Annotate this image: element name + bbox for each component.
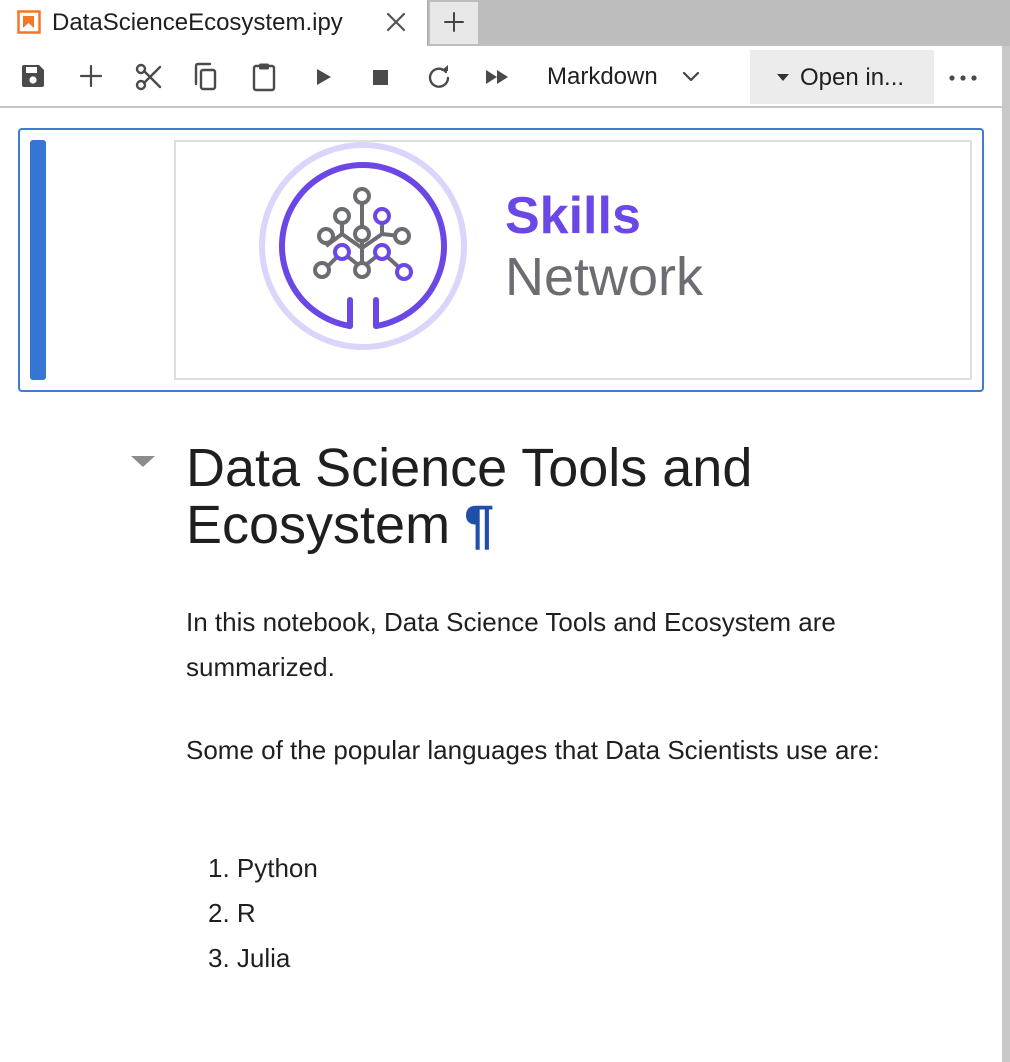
stop-icon [373, 70, 388, 85]
notebook-tab[interactable]: DataScienceEcosystem.ipy [0, 0, 428, 46]
close-icon[interactable] [384, 10, 408, 34]
list-item: 3. Julia [208, 943, 291, 973]
restart-kernel-button[interactable] [424, 62, 454, 92]
paste-icon [252, 63, 276, 92]
intro-paragraph: In this notebook, Data Science Tools and… [186, 607, 836, 682]
cell-type-select[interactable]: Markdown [547, 60, 700, 94]
open-in-label: Open in... [800, 64, 905, 91]
save-icon [22, 65, 44, 87]
new-tab-button[interactable] [430, 2, 478, 44]
logo-text-network: Network [505, 247, 704, 307]
tab-bar: DataScienceEcosystem.ipy [0, 0, 1010, 46]
tab-title: DataScienceEcosystem.ipy [52, 9, 343, 36]
plus-icon [444, 12, 464, 32]
add-cell-button[interactable] [77, 62, 107, 92]
copy-icon [194, 62, 217, 91]
languages-list: 1. Python 2. R 3. Julia [208, 846, 318, 981]
caret-down-icon [777, 74, 789, 81]
logo-text-skills: Skills [505, 187, 641, 245]
open-in-button[interactable]: Open in... [750, 50, 934, 104]
copy-button[interactable] [192, 62, 222, 92]
interrupt-kernel-button[interactable] [366, 62, 396, 92]
scrollbar[interactable] [1002, 46, 1010, 1062]
notebook-icon [17, 10, 41, 34]
add-cell-icon [79, 64, 103, 88]
list-item: 1. Python [208, 853, 318, 883]
save-button[interactable] [19, 62, 49, 92]
chevron-down-icon [682, 71, 700, 82]
cell-type-label: Markdown [547, 63, 658, 90]
more-button[interactable] [946, 62, 980, 92]
skills-network-logo-icon [259, 142, 467, 350]
heading-anchor-link[interactable]: ¶ [464, 495, 494, 555]
run-button[interactable] [309, 62, 339, 92]
cell-collapser[interactable] [30, 140, 46, 380]
heading-collapse-toggle[interactable] [131, 456, 155, 467]
languages-intro-paragraph: Some of the popular languages that Data … [186, 735, 880, 765]
run-all-icon [486, 70, 508, 84]
cut-button[interactable] [134, 62, 164, 92]
run-icon [317, 69, 331, 85]
cut-icon [135, 63, 162, 91]
list-item: 2. R [208, 898, 256, 928]
ellipsis-icon [949, 75, 977, 81]
paste-button[interactable] [250, 62, 280, 92]
notebook-toolbar: Markdown Open in... [0, 46, 1002, 108]
notebook-heading: Data Science Tools and Ecosystem ¶ [186, 440, 886, 554]
run-all-button[interactable] [483, 62, 513, 92]
restart-icon [428, 65, 450, 88]
